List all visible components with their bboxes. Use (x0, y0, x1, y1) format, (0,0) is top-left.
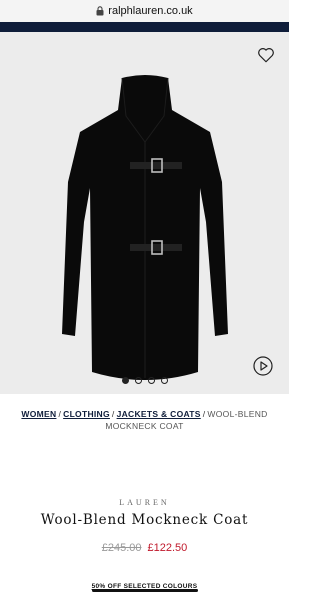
url-text: ralphlauren.co.uk (108, 5, 193, 17)
brand-name[interactable]: LAUREN (0, 498, 289, 507)
price-block: £245.00 £122.50 (0, 542, 289, 554)
site-nav-strip (0, 22, 289, 32)
breadcrumb: WOMEN / CLOTHING / JACKETS & COATS / WOOL-BLEN… (10, 408, 279, 432)
carousel-dot[interactable] (121, 377, 129, 384)
carousel-dot[interactable] (147, 377, 155, 384)
lock-icon (96, 6, 104, 16)
browser-url-bar[interactable]: ralphlauren.co.uk (0, 0, 289, 22)
heart-icon[interactable] (257, 46, 275, 64)
product-image-gallery[interactable] (0, 32, 289, 394)
breadcrumb-separator: / (202, 409, 206, 419)
breadcrumb-link-clothing[interactable]: CLOTHING (63, 409, 110, 419)
scroll-indicator (92, 589, 198, 592)
carousel-dot[interactable] (134, 377, 142, 384)
breadcrumb-link-jackets-coats[interactable]: JACKETS & COATS (117, 409, 201, 419)
carousel-dot[interactable] (160, 377, 168, 384)
breadcrumb-separator: / (58, 409, 62, 419)
breadcrumb-link-women[interactable]: WOMEN (21, 409, 56, 419)
carousel-dots (0, 377, 289, 384)
coat-product-image (62, 75, 228, 380)
sale-price: £122.50 (147, 542, 188, 554)
play-video-icon[interactable] (253, 356, 273, 376)
original-price: £245.00 (101, 542, 142, 554)
product-title: Wool-Blend Mockneck Coat (40, 512, 249, 528)
breadcrumb-separator: / (111, 409, 115, 419)
